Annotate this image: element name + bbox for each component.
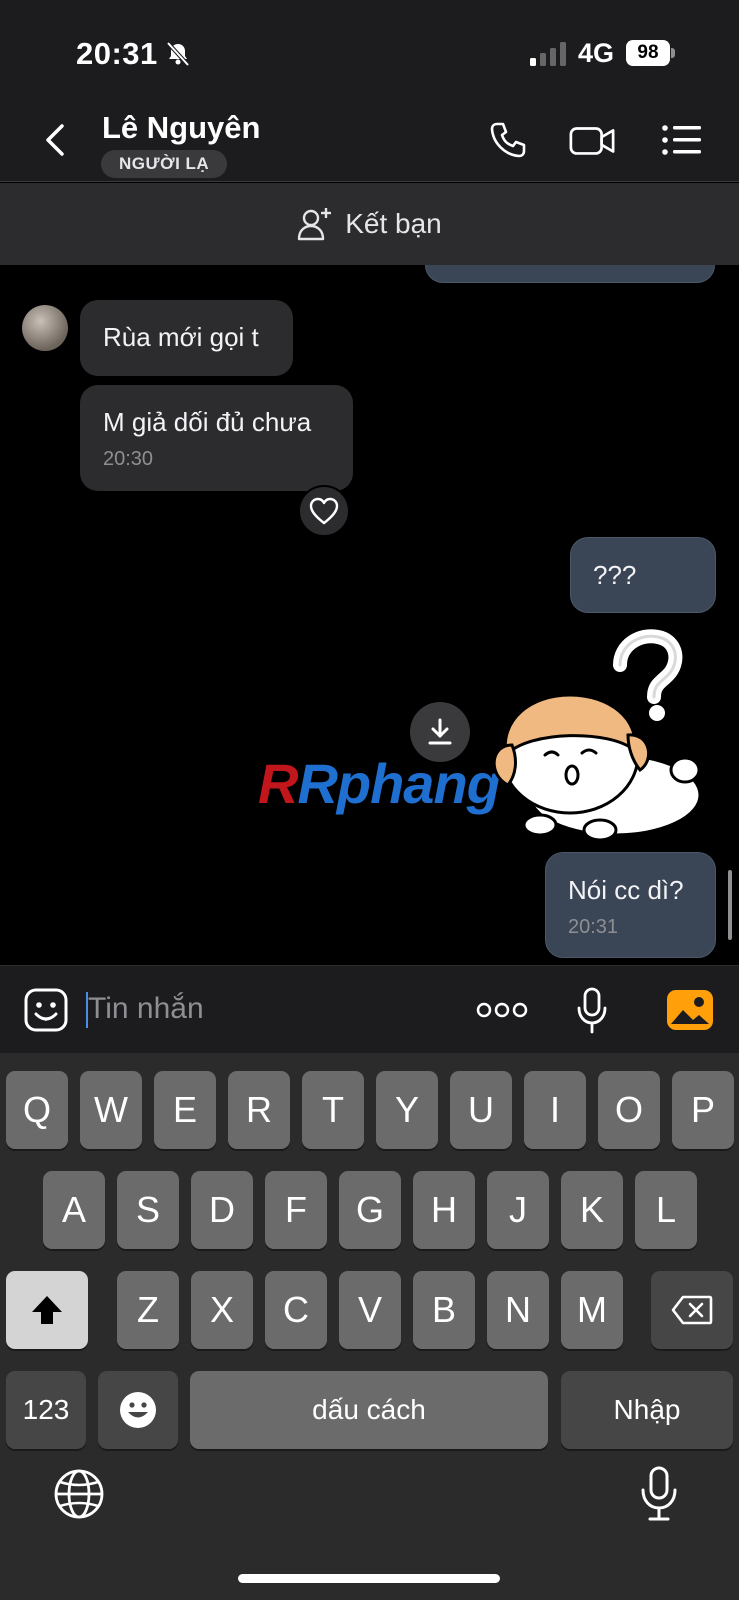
- scrollbar[interactable]: [728, 870, 732, 940]
- key-e[interactable]: E: [154, 1071, 216, 1149]
- shift-arrow-icon: [32, 1296, 62, 1324]
- language-switch-button[interactable]: [52, 1467, 106, 1521]
- message-text: Rùa mới gọi t: [103, 322, 259, 352]
- message-bubble-incoming[interactable]: M giả dối đủ chưa 20:30: [80, 385, 353, 491]
- key-l[interactable]: L: [635, 1171, 697, 1249]
- message-time: 20:30: [103, 448, 154, 470]
- heart-icon: [309, 497, 339, 525]
- space-key[interactable]: dấu cách: [190, 1371, 548, 1449]
- sticker-smile-icon: [24, 988, 68, 1032]
- video-camera-icon: [569, 127, 615, 155]
- battery-icon: 98: [626, 40, 675, 66]
- more-options-button[interactable]: [476, 984, 528, 1036]
- microphone-icon: [577, 987, 607, 1034]
- key-v[interactable]: V: [339, 1271, 401, 1349]
- message-bubble-incoming[interactable]: Rùa mới gọi t: [80, 300, 293, 376]
- message-text: Nói cc dì?: [568, 875, 684, 905]
- backspace-icon: [671, 1295, 713, 1325]
- more-dots-icon: [476, 1002, 528, 1018]
- key-d[interactable]: D: [191, 1171, 253, 1249]
- cellular-signal-icon: [530, 42, 566, 66]
- contact-name[interactable]: Lê Nguyên: [102, 110, 260, 146]
- key-k[interactable]: K: [561, 1171, 623, 1249]
- list-menu-icon: [662, 125, 701, 155]
- dictation-button[interactable]: [638, 1465, 680, 1523]
- key-z[interactable]: Z: [117, 1271, 179, 1349]
- download-icon: [428, 718, 452, 745]
- key-r[interactable]: R: [228, 1071, 290, 1149]
- image-gallery-icon: [667, 990, 713, 1030]
- stranger-badge: NGƯỜI LẠ: [101, 150, 228, 178]
- key-q[interactable]: Q: [6, 1071, 68, 1149]
- add-friend-button[interactable]: Kết bạn: [0, 183, 739, 265]
- home-indicator[interactable]: [238, 1574, 500, 1583]
- key-h[interactable]: H: [413, 1171, 475, 1249]
- emoji-sticker-button[interactable]: [20, 984, 72, 1036]
- phone-icon: [490, 122, 526, 158]
- message-bubble-outgoing[interactable]: Nói cc dì? 20:31: [545, 852, 716, 958]
- emoji-face-icon: [120, 1392, 156, 1428]
- emoji-key[interactable]: [98, 1371, 178, 1449]
- gallery-button[interactable]: [664, 984, 716, 1036]
- status-time: 20:31: [76, 36, 158, 71]
- key-m[interactable]: M: [561, 1271, 623, 1349]
- message-text: ???: [593, 560, 637, 590]
- bell-slash-icon: [166, 41, 190, 67]
- key-y[interactable]: Y: [376, 1071, 438, 1149]
- key-a[interactable]: A: [43, 1171, 105, 1249]
- key-u[interactable]: U: [450, 1071, 512, 1149]
- message-time: 20:31: [568, 916, 619, 938]
- key-f[interactable]: F: [265, 1171, 327, 1249]
- key-b[interactable]: B: [413, 1271, 475, 1349]
- add-user-icon: [298, 208, 332, 241]
- options-button[interactable]: [658, 118, 706, 162]
- key-w[interactable]: W: [80, 1071, 142, 1149]
- backspace-key[interactable]: [651, 1271, 733, 1349]
- key-p[interactable]: P: [672, 1071, 734, 1149]
- puppy-sticker-image[interactable]: [490, 625, 715, 845]
- return-key[interactable]: Nhập: [561, 1371, 733, 1449]
- globe-icon: [54, 1469, 104, 1519]
- chat-area[interactable]: Rùa mới gọi t M giả dối đủ chưa 20:30 ??…: [0, 265, 739, 965]
- key-o[interactable]: O: [598, 1071, 660, 1149]
- key-x[interactable]: X: [191, 1271, 253, 1349]
- key-t[interactable]: T: [302, 1071, 364, 1149]
- watermark-text: Rphang: [297, 752, 500, 815]
- message-text: M giả dối đủ chưa: [103, 407, 312, 437]
- key-i[interactable]: I: [524, 1071, 586, 1149]
- key-n[interactable]: N: [487, 1271, 549, 1349]
- network-type: 4G: [578, 38, 615, 68]
- add-friend-label: Kết bạn: [345, 208, 442, 239]
- key-s[interactable]: S: [117, 1171, 179, 1249]
- message-bubble-outgoing-previous[interactable]: [425, 265, 715, 283]
- message-bubble-outgoing[interactable]: ???: [570, 537, 716, 613]
- react-button[interactable]: [298, 485, 350, 537]
- call-button[interactable]: [484, 118, 532, 162]
- video-call-button[interactable]: [568, 118, 616, 162]
- message-input[interactable]: Tin nhắn: [88, 992, 204, 1026]
- watermark: RRphang: [258, 752, 501, 815]
- voice-message-button[interactable]: [566, 984, 618, 1036]
- status-bar: 20:31 4G 98: [0, 0, 739, 100]
- microphone-icon: [641, 1466, 677, 1521]
- key-c[interactable]: C: [265, 1271, 327, 1349]
- back-icon[interactable]: [38, 120, 70, 160]
- key-j[interactable]: J: [487, 1171, 549, 1249]
- shift-key[interactable]: [6, 1271, 88, 1349]
- chat-header: Lê Nguyên NGƯỜI LẠ: [0, 100, 739, 182]
- avatar[interactable]: [22, 305, 68, 351]
- battery-level: 98: [626, 40, 670, 66]
- numbers-key[interactable]: 123: [6, 1371, 86, 1449]
- message-input-bar: Tin nhắn: [0, 965, 739, 1053]
- keyboard: Q W E R T Y U I O P A S D F G H J K L Z …: [0, 1053, 739, 1600]
- key-g[interactable]: G: [339, 1171, 401, 1249]
